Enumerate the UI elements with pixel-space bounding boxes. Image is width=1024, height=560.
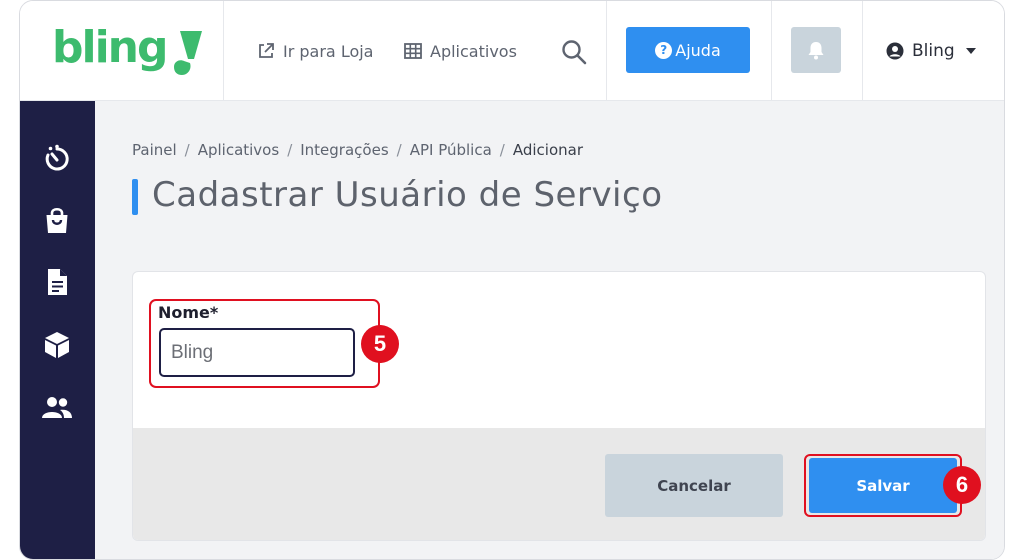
save-button[interactable]: Salvar	[809, 458, 957, 513]
breadcrumb: Painel / Aplicativos / Integrações / API…	[132, 141, 583, 159]
sidebar-item-dashboard[interactable]	[40, 141, 74, 175]
search-icon	[562, 40, 587, 65]
form-card: Nome* 5 Cancelar Salvar 6	[132, 271, 986, 541]
breadcrumb-item-public-api[interactable]: API Pública	[410, 141, 492, 159]
topbar-divider	[862, 1, 863, 101]
sidebar-item-sales[interactable]	[40, 203, 74, 237]
document-icon	[48, 269, 67, 295]
step-badge-6: 6	[943, 466, 981, 504]
user-avatar-icon	[886, 42, 904, 60]
app-window: bling Ir para Loja Aplicativos ? Ajuda B…	[19, 0, 1005, 560]
breadcrumb-item-integrations[interactable]: Integrações	[300, 141, 388, 159]
topbar-divider	[606, 1, 607, 101]
breadcrumb-item-panel[interactable]: Painel	[132, 141, 177, 159]
logo-text: bling	[52, 22, 168, 73]
main-content: Painel / Aplicativos / Integrações / API…	[95, 101, 1004, 559]
go-to-store-link[interactable]: Ir para Loja	[257, 39, 373, 63]
breadcrumb-item-current: Adicionar	[512, 141, 584, 159]
grid-icon	[404, 43, 422, 59]
breadcrumb-separator: /	[499, 141, 505, 159]
chevron-down-icon	[965, 48, 976, 54]
sidebar	[20, 101, 95, 559]
apps-link[interactable]: Aplicativos	[404, 39, 517, 63]
bell-icon	[808, 42, 824, 60]
search-button[interactable]	[560, 38, 588, 66]
name-input[interactable]	[159, 328, 355, 377]
sidebar-item-products[interactable]	[40, 328, 74, 362]
users-icon	[42, 397, 72, 418]
cancel-button[interactable]: Cancelar	[605, 454, 783, 517]
user-menu[interactable]: Bling	[886, 38, 977, 64]
title-accent-bar	[132, 179, 138, 215]
breadcrumb-separator: /	[287, 141, 293, 159]
apps-label: Aplicativos	[430, 41, 517, 61]
breadcrumb-separator: /	[396, 141, 402, 159]
sidebar-item-documents[interactable]	[40, 265, 74, 299]
name-field-label: Nome*	[158, 303, 219, 322]
page-title: Cadastrar Usuário de Serviço	[152, 175, 663, 215]
breadcrumb-separator: /	[184, 141, 190, 159]
logo-mark-icon	[174, 31, 203, 75]
external-link-icon	[259, 43, 274, 58]
box-icon	[45, 332, 69, 358]
step-badge-5: 5	[361, 325, 399, 363]
bling-logo[interactable]: bling	[52, 22, 203, 83]
sidebar-item-contacts[interactable]	[40, 391, 74, 425]
topbar-divider	[771, 1, 772, 101]
user-name: Bling	[912, 41, 955, 61]
breadcrumb-item-apps[interactable]: Aplicativos	[198, 141, 279, 159]
timer-icon	[45, 144, 69, 171]
help-button[interactable]: ? Ajuda	[626, 27, 750, 73]
help-icon: ?	[655, 41, 673, 59]
top-bar: bling Ir para Loja Aplicativos ? Ajuda B…	[20, 1, 1004, 101]
help-label: Ajuda	[675, 40, 721, 60]
notifications-button[interactable]	[791, 27, 841, 73]
topbar-divider	[223, 1, 224, 101]
shopping-bag-icon	[46, 207, 68, 233]
go-to-store-label: Ir para Loja	[283, 41, 374, 61]
